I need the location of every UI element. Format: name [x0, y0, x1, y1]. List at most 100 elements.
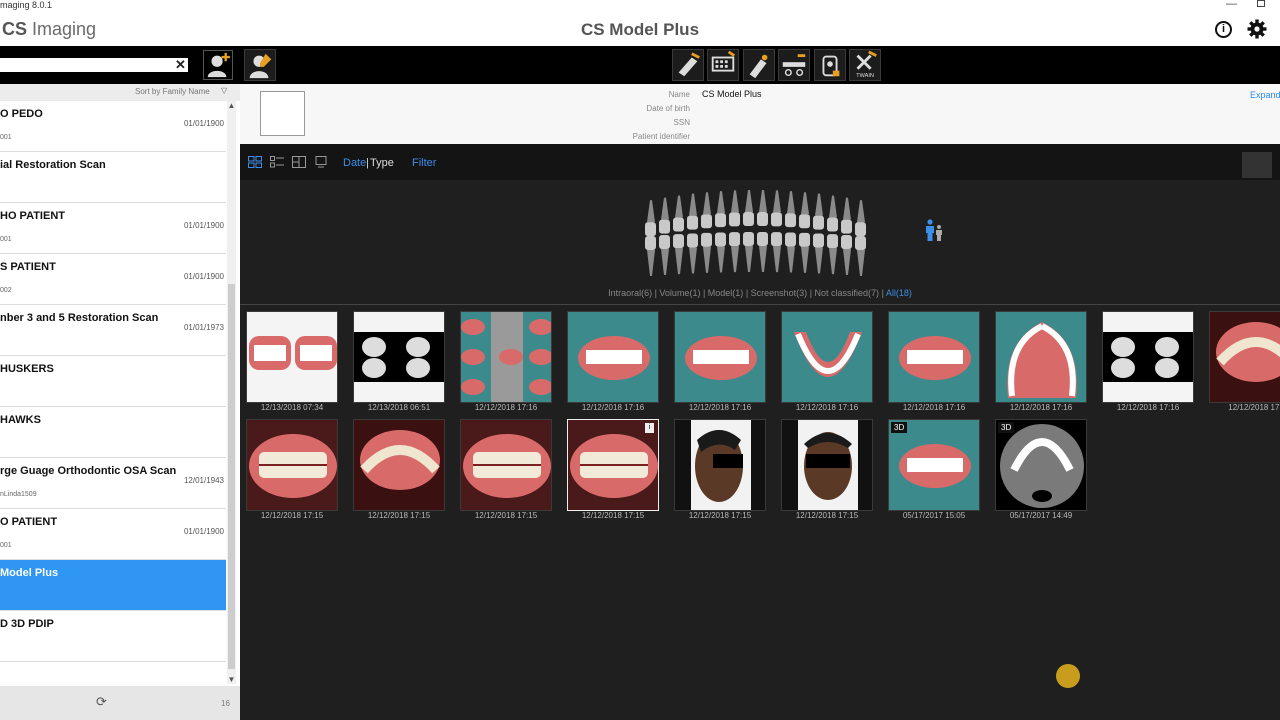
refresh-icon[interactable]: ⟳: [96, 694, 107, 710]
tooth[interactable]: [743, 232, 754, 273]
patient-list-item[interactable]: nber 3 and 5 Restoration Scan 01/01/1973: [0, 305, 226, 356]
patient-list-item[interactable]: ial Restoration Scan: [0, 152, 226, 203]
patient-list-item[interactable]: HAWKS: [0, 407, 226, 458]
tooth[interactable]: [827, 234, 838, 275]
tooth[interactable]: [757, 190, 768, 227]
tooth[interactable]: [771, 232, 782, 273]
tooth[interactable]: [645, 236, 656, 277]
category-filter[interactable]: Not classified(7): [815, 288, 880, 298]
tooth[interactable]: [841, 235, 852, 276]
acquire-camera-button[interactable]: [743, 49, 775, 81]
image-thumbnail[interactable]: 3D: [995, 419, 1087, 511]
image-thumbnail[interactable]: [781, 419, 873, 511]
tooth[interactable]: [673, 234, 684, 275]
tooth[interactable]: [785, 232, 796, 273]
image-thumbnail[interactable]: [1102, 311, 1194, 403]
tooth[interactable]: [855, 200, 866, 237]
tooth[interactable]: [659, 197, 670, 234]
tooth[interactable]: [827, 195, 838, 232]
acquire-intraoral-button[interactable]: [672, 49, 704, 81]
tooth[interactable]: [645, 200, 656, 237]
category-filter[interactable]: Screenshot(3): [751, 288, 808, 298]
tooth[interactable]: [785, 191, 796, 228]
list-view-icon[interactable]: [270, 156, 284, 168]
patient-list-item[interactable]: Model Plus: [0, 560, 226, 611]
image-thumbnail[interactable]: i: [567, 419, 659, 511]
minimize-button[interactable]: —: [1226, 0, 1237, 10]
single-view-icon[interactable]: [314, 156, 328, 168]
restore-button[interactable]: [1257, 0, 1265, 7]
tooth[interactable]: [799, 192, 810, 229]
tooth[interactable]: [841, 197, 852, 234]
tooth[interactable]: [687, 233, 698, 274]
tooth[interactable]: [729, 232, 740, 273]
info-icon[interactable]: i: [1215, 21, 1232, 38]
tooth[interactable]: [757, 232, 768, 273]
scroll-up-icon[interactable]: ▲: [227, 101, 236, 110]
patient-list-item[interactable]: HO PATIENT 01/01/1900 001: [0, 203, 226, 254]
expand-link[interactable]: Expand: [1250, 90, 1280, 100]
sort-by-date-link[interactable]: Date: [343, 157, 366, 169]
image-thumbnail[interactable]: [460, 419, 552, 511]
tooth[interactable]: [813, 193, 824, 230]
patient-list-item[interactable]: O PATIENT 01/01/1900 001: [0, 509, 226, 560]
tooth[interactable]: [743, 190, 754, 227]
clear-search-icon[interactable]: ✕: [175, 57, 186, 73]
category-filter[interactable]: Intraoral(6): [608, 288, 652, 298]
category-filter[interactable]: All(18): [886, 288, 912, 298]
add-patient-button[interactable]: [203, 50, 233, 80]
tooth[interactable]: [813, 233, 824, 274]
image-thumbnail[interactable]: [246, 311, 338, 403]
image-thumbnail[interactable]: [353, 419, 445, 511]
scroll-thumb[interactable]: [228, 284, 235, 669]
filter-link[interactable]: Filter: [412, 157, 436, 169]
patient-list-item[interactable]: O PEDO 01/01/1900 001: [0, 101, 226, 152]
acquire-scanner-button[interactable]: [778, 49, 810, 81]
image-thumbnail[interactable]: [460, 311, 552, 403]
large-grid-icon[interactable]: [248, 156, 262, 168]
tooth[interactable]: [729, 190, 740, 227]
image-info-icon[interactable]: i: [645, 423, 654, 433]
tooth[interactable]: [855, 236, 866, 277]
acquire-sensor-button[interactable]: [814, 49, 846, 81]
image-thumbnail[interactable]: [888, 311, 980, 403]
image-thumbnail[interactable]: [1209, 311, 1280, 403]
sort-row[interactable]: Sort by Family Name ▽: [0, 84, 240, 101]
tooth[interactable]: [687, 193, 698, 230]
image-thumbnail[interactable]: [353, 311, 445, 403]
tooth[interactable]: [799, 232, 810, 273]
tooth[interactable]: [673, 195, 684, 232]
tooth[interactable]: [659, 235, 670, 276]
acquire-panoramic-button[interactable]: [707, 49, 739, 81]
sidebar-scrollbar[interactable]: ▲ ▼: [227, 101, 236, 684]
image-thumbnail[interactable]: [995, 311, 1087, 403]
sort-dropdown-icon[interactable]: ▽: [221, 86, 227, 95]
image-thumbnail[interactable]: [674, 311, 766, 403]
twain-button[interactable]: TWAIN: [849, 49, 881, 81]
tooth[interactable]: [701, 192, 712, 229]
patient-figure-icon[interactable]: [923, 219, 945, 241]
patient-list-item[interactable]: D 3D PDIP: [0, 611, 226, 662]
gear-icon[interactable]: [1247, 19, 1267, 39]
category-filter[interactable]: Model(1): [708, 288, 744, 298]
edit-patient-button[interactable]: [244, 49, 276, 81]
tooth[interactable]: [771, 190, 782, 227]
patient-list-item[interactable]: rge Guage Orthodontic OSA Scan 12/01/1943…: [0, 458, 226, 509]
image-thumbnail[interactable]: [246, 419, 338, 511]
trash-button[interactable]: [1242, 152, 1272, 178]
image-thumbnail[interactable]: [781, 311, 873, 403]
category-filter[interactable]: Volume(1): [659, 288, 700, 298]
patient-list-item[interactable]: S PATIENT 01/01/1900 002: [0, 254, 226, 305]
patient-list-item[interactable]: HUSKERS: [0, 356, 226, 407]
scroll-down-icon[interactable]: ▼: [227, 675, 236, 684]
tooth-chart[interactable]: [630, 184, 898, 279]
image-thumbnail[interactable]: [567, 311, 659, 403]
image-thumbnail[interactable]: 3D: [888, 419, 980, 511]
tooth[interactable]: [701, 232, 712, 273]
split-view-icon[interactable]: [292, 156, 306, 168]
tooth[interactable]: [715, 232, 726, 273]
search-input[interactable]: [0, 58, 188, 72]
tooth[interactable]: [715, 191, 726, 228]
image-thumbnail[interactable]: [674, 419, 766, 511]
sort-by-type-link[interactable]: Type: [370, 157, 394, 169]
